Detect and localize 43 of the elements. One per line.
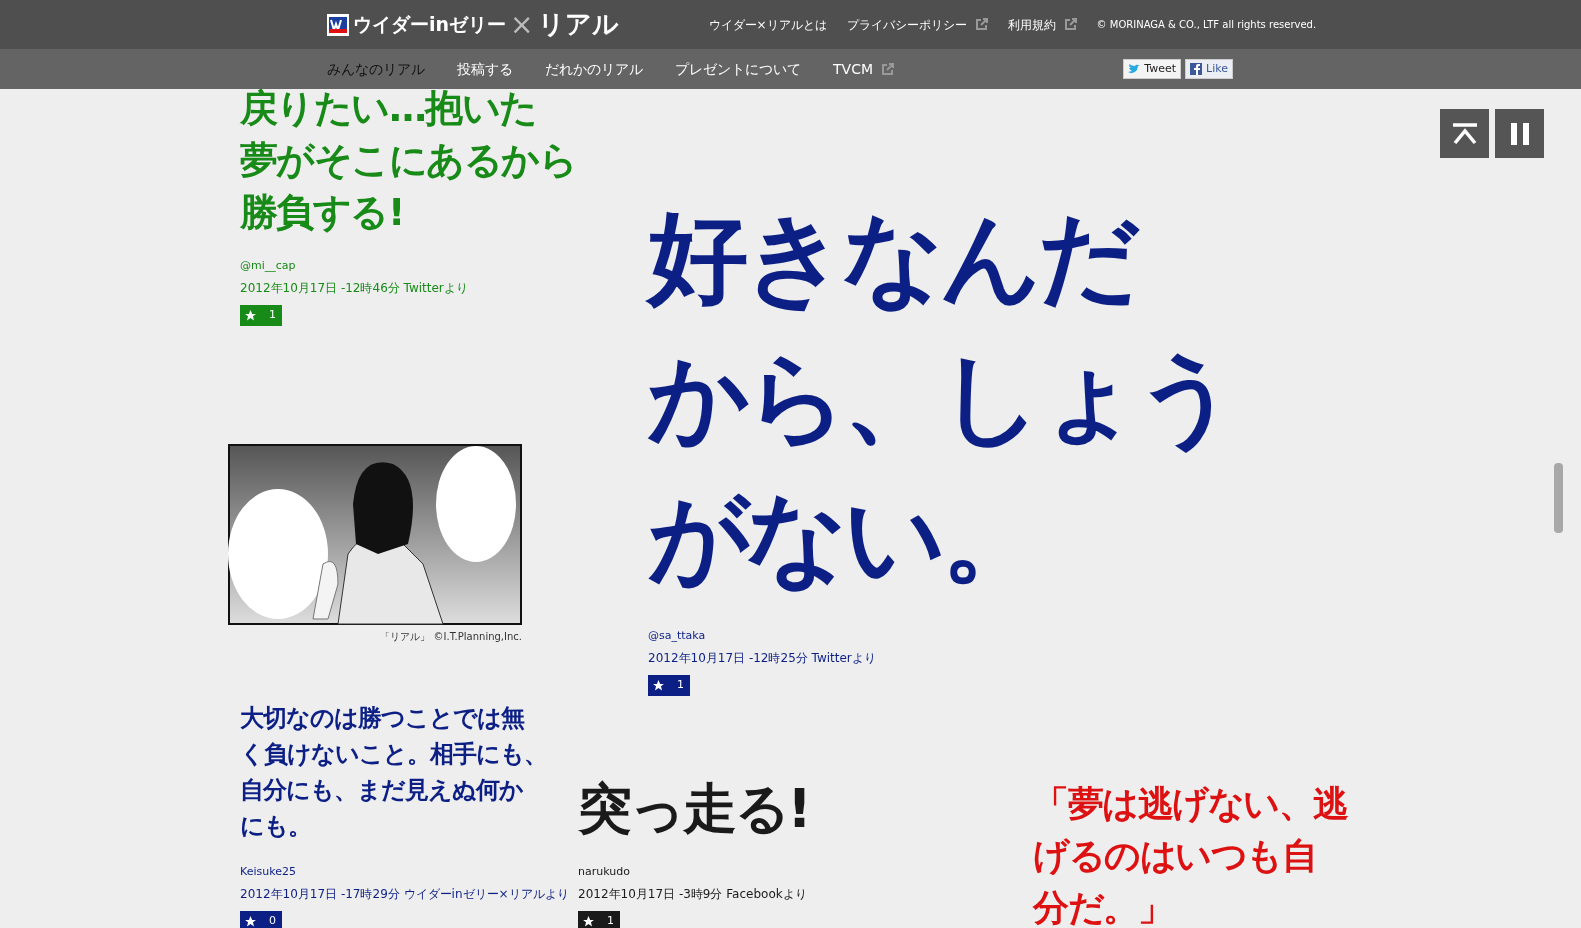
external-link-icon	[974, 18, 988, 31]
pause-icon	[1509, 122, 1530, 145]
image-caption: 「リアル」 ©I.T.Planning,Inc.	[380, 630, 522, 644]
star-icon	[582, 914, 595, 928]
caret-up-icon	[1450, 122, 1479, 145]
like-button[interactable]: 1	[648, 674, 690, 696]
nav-tab[interactable]: 投稿する	[457, 58, 513, 80]
quote-text: 大切なのは勝つことでは無 く負けないこと。相手にも、 自分にも、まだ見えぬ何か にも。	[240, 703, 548, 842]
quote-text: 戻りたい…抱いた 夢がそこにあるから 勝負する!	[240, 85, 577, 236]
user-name: narukudo	[578, 864, 630, 880]
like-button[interactable]: Like	[1185, 59, 1233, 79]
facebook-icon	[1190, 63, 1203, 75]
pause-button[interactable]	[1495, 109, 1544, 158]
scrollbar-thumb[interactable]	[1554, 463, 1563, 533]
star-icon	[244, 914, 257, 928]
back-to-top-button[interactable]	[1440, 109, 1489, 158]
tweet-button[interactable]: Tweet	[1123, 59, 1182, 79]
star-icon	[652, 678, 665, 692]
nav-tab[interactable]: TVCM	[833, 58, 894, 80]
header-link[interactable]: ウイダー×リアルとは	[708, 15, 827, 34]
external-link-icon	[881, 62, 894, 76]
like-button[interactable]: 1	[578, 910, 620, 928]
post-date: 2012年10月17日 -17時29分 ウイダーinゼリー×リアルより	[240, 885, 569, 903]
quote-text: 突っ走る!	[578, 776, 810, 842]
like-button[interactable]: 1	[240, 304, 282, 326]
brand-logo-icon	[327, 13, 349, 36]
nav-tab[interactable]: だれかのリアル	[545, 58, 643, 80]
like-button[interactable]: 0	[240, 910, 282, 928]
copyright-text: © MORINAGA & CO., LTF all rights reserved.	[1096, 18, 1317, 32]
quote-text: 「夢は逃げない、逃 げるのはいつも自 分だ。」	[1033, 782, 1349, 928]
post-date: 2012年10月17日 -12時25分 Twitterより	[648, 649, 876, 667]
external-link-icon	[1063, 18, 1077, 31]
logo[interactable]: ウイダーinゼリー×リアル	[327, 3, 619, 46]
header-link[interactable]: 利用規約	[1007, 15, 1077, 34]
post-date: 2012年10月17日 -3時9分 Facebookより	[578, 885, 807, 903]
star-icon	[244, 308, 257, 322]
nav-tab[interactable]: プレゼントについて	[675, 58, 801, 80]
bird-icon	[1128, 64, 1141, 74]
post-date: 2012年10月17日 -12時46分 Twitterより	[240, 279, 468, 297]
user-name: @sa_ttaka	[648, 628, 706, 644]
user-name: @mi__cap	[240, 258, 296, 274]
header-link[interactable]: プライバシーポリシー	[846, 15, 988, 34]
user-name: Keisuke25	[240, 864, 296, 880]
